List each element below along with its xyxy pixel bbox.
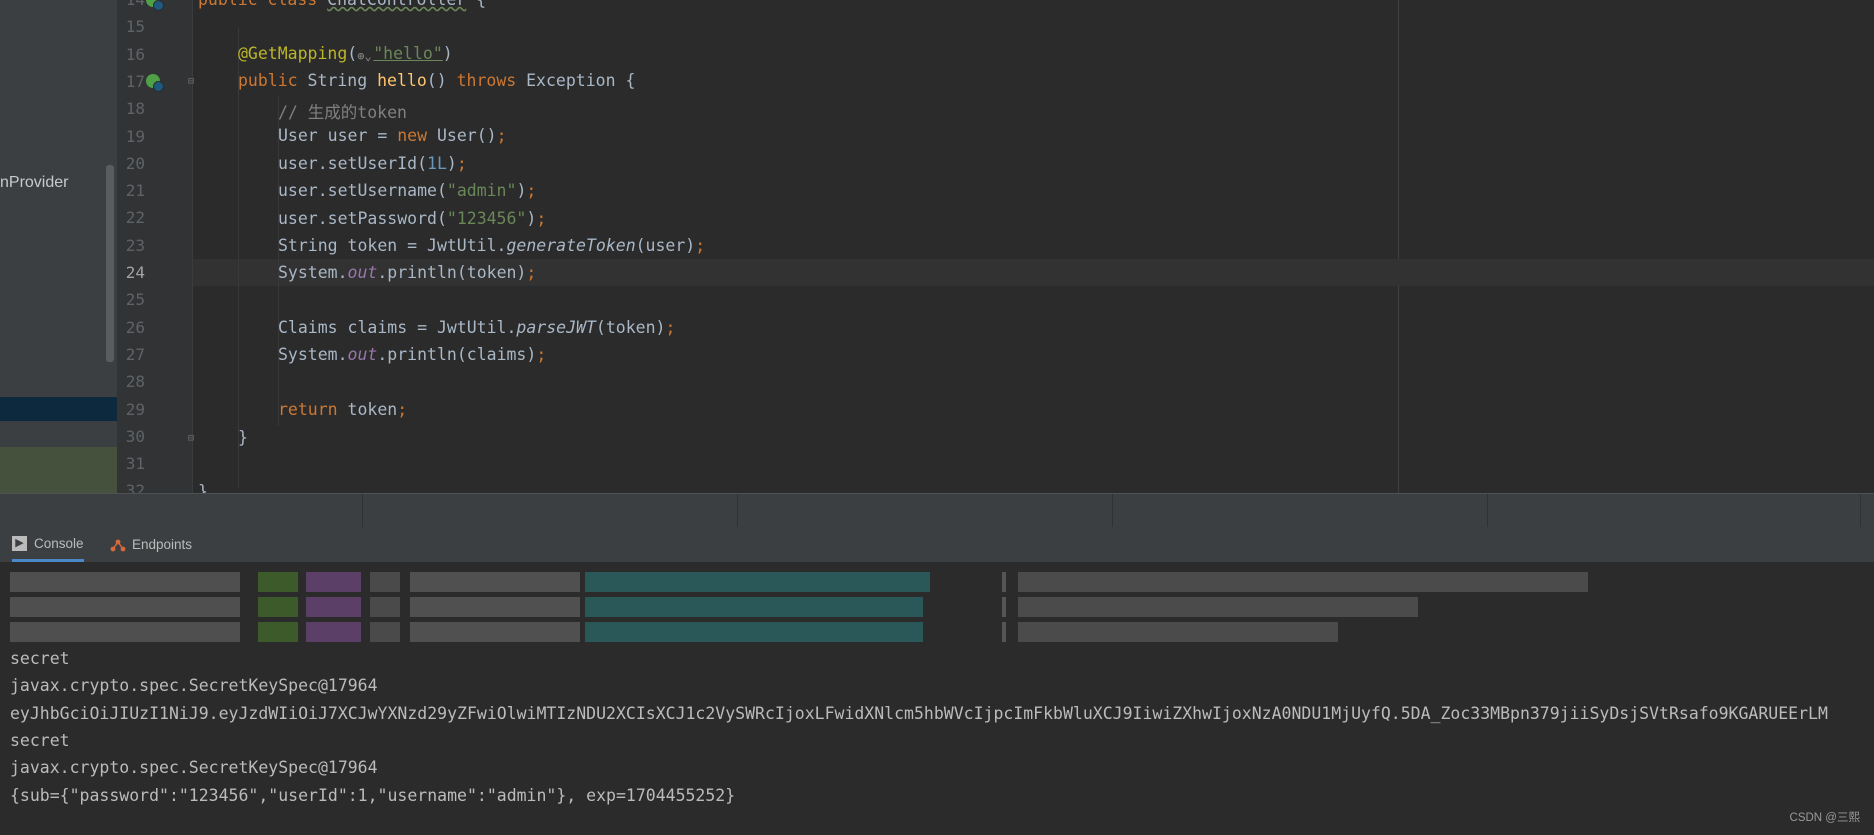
web-endpoint-icon[interactable]: ⊕⌄: [357, 49, 373, 63]
code-line-annotation: @GetMapping(⊕⌄"hello"): [238, 44, 453, 63]
code-line-class-decl: public class ChatController {: [198, 0, 486, 9]
tab-label: Endpoints: [132, 537, 193, 552]
console-line: secret: [10, 731, 70, 750]
line-number: 27: [125, 344, 145, 364]
indent-guide: [278, 96, 279, 426]
line-number: 31: [125, 454, 145, 474]
project-tree-selected-row[interactable]: [0, 397, 117, 421]
fold-close-icon[interactable]: ⊟: [186, 433, 196, 444]
line-number: 29: [125, 399, 145, 419]
line-number: 25: [125, 290, 145, 310]
right-margin-guide: [1398, 0, 1399, 493]
project-pane[interactable]: nProvider: [0, 0, 117, 493]
line-number: 26: [125, 317, 145, 337]
console-line: javax.crypto.spec.SecretKeySpec@17964: [10, 758, 378, 777]
code-line-21: user.setUsername("admin");: [278, 181, 537, 200]
code-line-comment: // 生成的token: [278, 103, 407, 122]
line-number: 14: [117, 0, 145, 9]
code-line-20: user.setUserId(1L);: [278, 154, 467, 173]
project-pane-scrollbar[interactable]: [106, 165, 114, 362]
line-number: 32: [125, 481, 145, 493]
project-tree-highlight-row[interactable]: [0, 447, 117, 493]
line-number: 18: [125, 99, 145, 119]
code-line-22: user.setPassword("123456");: [278, 209, 547, 228]
line-number: 22: [125, 208, 145, 228]
code-line-method-sig: public String hello() throws Exception {: [238, 71, 636, 90]
code-line-27: System.out.println(claims);: [278, 345, 547, 364]
console-line: eyJhbGciOiJIUzI1NiJ9.eyJzdWIiOiJ7XCJwYXN…: [10, 704, 1828, 723]
console-line: {sub={"password":"123456","userId":1,"us…: [10, 786, 736, 805]
line-number: 20: [125, 153, 145, 173]
console-line: secret: [10, 649, 70, 668]
tool-window-strip[interactable]: [0, 493, 1874, 528]
console-icon: ▶: [12, 535, 27, 551]
line-number: 30: [125, 426, 145, 446]
line-number: 28: [125, 372, 145, 392]
console-line: javax.crypto.spec.SecretKeySpec@17964: [10, 676, 378, 695]
tab-console[interactable]: ▶ Console: [12, 527, 84, 562]
code-line-29: return token;: [278, 400, 408, 419]
line-number: 17: [125, 71, 145, 91]
line-number: 23: [125, 235, 145, 255]
code-line-26: Claims claims = JwtUtil.parseJWT(token);: [278, 318, 676, 337]
code-line-30: }: [238, 428, 248, 447]
fold-open-icon[interactable]: ⊟: [186, 76, 196, 87]
endpoints-icon: [110, 537, 126, 552]
project-tree-item-label[interactable]: nProvider: [0, 174, 68, 192]
code-line-24: System.out.println(token);: [278, 263, 537, 282]
spring-endpoint-icon[interactable]: [146, 74, 164, 92]
tab-endpoints[interactable]: Endpoints: [110, 527, 192, 562]
code-line-19: User user = new User();: [278, 126, 507, 145]
tab-label: Console: [34, 535, 84, 551]
line-number: 19: [125, 126, 145, 146]
line-number: 15: [125, 17, 145, 37]
code-line-23: String token = JwtUtil.generateToken(use…: [278, 236, 706, 255]
gutter-separator: [192, 0, 193, 493]
run-tool-tab-bar: ▶ Console Endpoints: [0, 527, 1874, 562]
code-line-32: }: [198, 482, 208, 493]
line-number: 24: [125, 263, 145, 282]
watermark: CSDN @三熙: [1789, 812, 1860, 824]
line-number: 16: [125, 44, 145, 64]
line-number: 21: [125, 181, 145, 201]
indent-guide: [238, 28, 239, 488]
code-editor[interactable]: 14 15 16 17 18 19 20 21 22 23 24 25 26 27 28 29 30 31 32 ⊟…: [117, 0, 1874, 493]
console-output[interactable]: secret javax.crypto.spec.SecretKeySpec@1…: [0, 562, 1874, 835]
